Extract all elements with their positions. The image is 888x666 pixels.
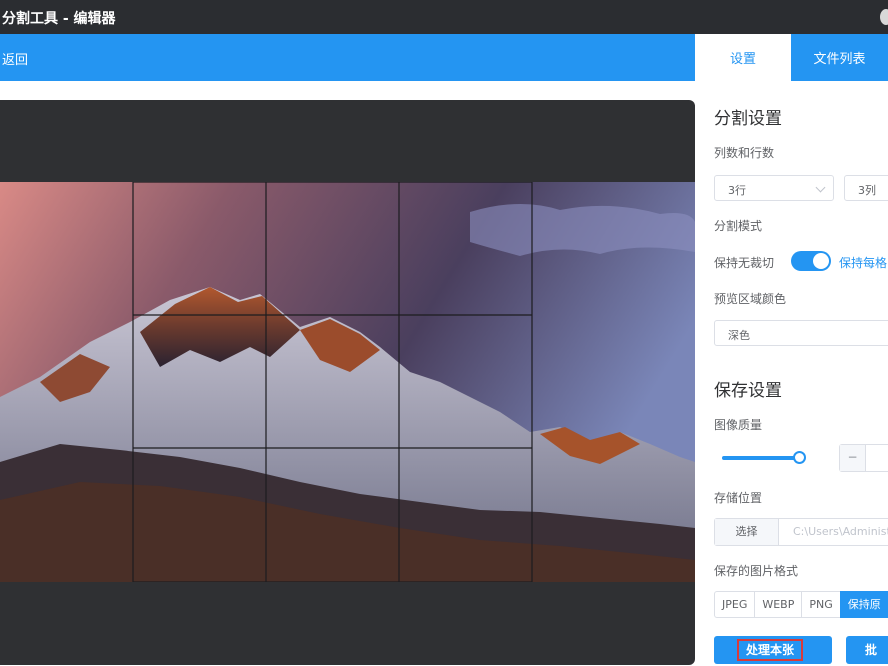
format-option-0[interactable]: JPEG [714,591,756,618]
header-bar: 返回 [0,34,695,81]
location-label: 存储位置 [714,491,763,505]
cols-value: 3列 [858,184,876,197]
tab-bar: 设置 文件列表 [695,34,888,81]
mode-toggle[interactable] [791,251,831,271]
grid-label: 列数和行数 [714,146,775,160]
tab-file-list[interactable]: 文件列表 [791,34,888,81]
mountain-image [0,182,695,582]
back-button[interactable]: 返回 [2,49,28,68]
tab-settings[interactable]: 设置 [695,34,791,81]
mode-off-label: 保持无裁切 [714,256,775,270]
mode-label: 分割模式 [714,219,763,233]
toggle-knob [813,253,829,269]
format-label: 保存的图片格式 [714,564,799,578]
process-current-label: 处理本张 [737,639,803,661]
format-option-3[interactable]: 保持原 [839,591,888,618]
preview-color-value: 深色 [728,329,750,342]
window-title: 分割工具 - 编辑器 [2,11,116,27]
slider-fill [722,456,802,460]
minus-button[interactable]: − [840,445,866,471]
rows-value: 3行 [728,184,746,197]
rows-select[interactable]: 3行 [714,175,834,201]
preview-color-select[interactable]: 深色 [714,320,888,346]
preview-color-label: 预览区域颜色 [714,292,787,306]
split-settings-title: 分割设置 [714,109,782,129]
quality-slider[interactable] [722,456,802,460]
process-current-button[interactable]: 处理本张 [714,636,832,664]
cols-select[interactable]: 3列 [844,175,888,201]
format-option-2[interactable]: PNG [801,591,841,618]
title-bar: 分割工具 - 编辑器 [0,0,888,34]
chevron-down-icon [815,182,826,193]
mode-on-label: 保持每格 [839,256,888,270]
quality-label: 图像质量 [714,418,763,432]
format-option-1[interactable]: WEBP [754,591,803,618]
preview-canvas[interactable] [0,100,695,665]
settings-panel: 分割设置 列数和行数 3行 3列 分割模式 保持无裁切 保持每格 预览区域颜色 … [695,81,888,666]
slider-handle[interactable] [793,451,806,464]
location-field[interactable]: 选择 C:\Users\Administr [714,518,888,546]
quality-stepper[interactable]: − [839,444,888,472]
format-group: JPEG WEBP PNG 保持原 [714,591,888,618]
preview-image [0,182,695,582]
process-all-button[interactable]: 批 [846,636,888,664]
choose-location-button[interactable]: 选择 [715,519,779,545]
window-control-icon[interactable] [880,9,888,25]
save-settings-title: 保存设置 [714,381,782,401]
location-path: C:\Users\Administr [793,525,888,538]
